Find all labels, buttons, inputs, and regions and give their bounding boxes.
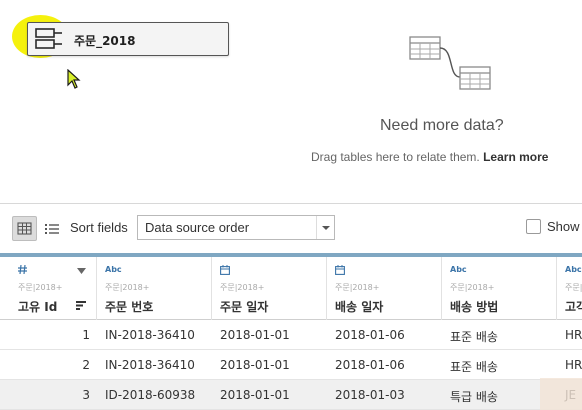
column-source: 주문|2018+ (105, 283, 150, 292)
drag-hint-text: Drag tables here to relate them. (311, 150, 484, 164)
column-header-ship-date[interactable]: 주문|2018+ 배송 일자 (327, 257, 442, 320)
sort-fields-value: Data source order (145, 220, 250, 235)
column-menu-icon[interactable] (77, 268, 86, 274)
cell-order-date: 2018-01-01 (220, 388, 290, 402)
cell-customer: HR (565, 328, 582, 342)
table-row[interactable]: 2 IN-2018-36410 2018-01-01 2018-01-06 표준… (0, 350, 582, 380)
grid-icon (17, 222, 32, 235)
cell-id: 1 (82, 328, 90, 342)
column-source: 주문|2018+ (335, 283, 380, 292)
column-source: 주문|2018+ (565, 283, 582, 292)
data-grid-toolbar: Sort fields Data source order Show (0, 204, 582, 250)
drag-hint: Drag tables here to relate them. Learn m… (311, 150, 548, 164)
list-icon (45, 224, 59, 234)
column-source: 주문|2018+ (220, 283, 265, 292)
cell-ship-mode: 표준 배송 (450, 360, 498, 374)
cell-id: 3 (82, 388, 90, 402)
column-header-order-no[interactable]: Abc 주문|2018+ 주문 번호 (97, 257, 212, 320)
column-source: 주문|2018+ (450, 283, 495, 292)
cell-id: 2 (82, 358, 90, 372)
grid-rows: 1 IN-2018-36410 2018-01-01 2018-01-06 표준… (0, 320, 582, 410)
cell-customer: HR (565, 358, 582, 372)
cell-ship-mode: 특급 배송 (450, 390, 498, 404)
column-name: 주문 번호 (105, 300, 154, 314)
table-card-label: 주문_2018 (74, 34, 136, 48)
calendar-icon (335, 265, 345, 275)
table-row[interactable]: 3 ID-2018-60938 2018-01-01 2018-01-03 특급… (0, 380, 582, 410)
cell-order-date: 2018-01-01 (220, 358, 290, 372)
column-header-id[interactable]: 주문|2018+ 고유 Id (10, 257, 97, 320)
need-more-data-title: Need more data? (380, 117, 504, 134)
show-checkbox[interactable] (526, 219, 541, 234)
number-type-icon (18, 265, 27, 274)
table-icon (35, 28, 62, 49)
sort-fields-dropdown[interactable]: Data source order (137, 215, 335, 240)
relate-tables-icon (409, 36, 491, 90)
cell-ship-date: 2018-01-06 (335, 358, 405, 372)
string-type-icon: Abc (450, 265, 467, 274)
string-type-icon: Abc (105, 265, 122, 274)
column-header-customer[interactable]: Abc 주문|2018+ 고객 (557, 257, 582, 320)
watermark-logo (540, 378, 582, 410)
sort-fields-label: Sort fields (70, 220, 128, 235)
mouse-pointer-icon (67, 69, 81, 89)
column-header-ship-mode[interactable]: Abc 주문|2018+ 배송 방법 (442, 257, 557, 320)
cell-order-no: ID-2018-60938 (105, 388, 196, 402)
sort-icon[interactable] (76, 301, 86, 310)
column-name: 고객 (565, 300, 582, 314)
column-header-order-date[interactable]: 주문|2018+ 주문 일자 (212, 257, 327, 320)
string-type-icon: Abc (565, 265, 582, 274)
dropdown-divider (316, 216, 317, 239)
calendar-icon (220, 265, 230, 275)
learn-more-link[interactable]: Learn more (483, 150, 548, 164)
cell-order-date: 2018-01-01 (220, 328, 290, 342)
column-name: 배송 일자 (335, 300, 384, 314)
grid-header-row: 주문|2018+ 고유 Id Abc 주문|2018+ 주문 번호 주문|201… (0, 257, 582, 320)
list-view-button[interactable] (42, 216, 64, 241)
chevron-down-icon (322, 226, 330, 230)
column-source: 주문|2018+ (18, 283, 63, 292)
relationship-canvas[interactable]: 주문_2018 Need more data? Drag tables here… (0, 0, 582, 203)
column-name: 배송 방법 (450, 300, 499, 314)
cell-order-no: IN-2018-36410 (105, 358, 195, 372)
cell-ship-date: 2018-01-03 (335, 388, 405, 402)
column-name: 주문 일자 (220, 300, 269, 314)
data-grid: 주문|2018+ 고유 Id Abc 주문|2018+ 주문 번호 주문|201… (0, 253, 582, 410)
cell-ship-mode: 표준 배송 (450, 330, 498, 344)
cell-order-no: IN-2018-36410 (105, 328, 195, 342)
table-row[interactable]: 1 IN-2018-36410 2018-01-01 2018-01-06 표준… (0, 320, 582, 350)
grid-view-button[interactable] (12, 216, 37, 241)
show-label: Show (547, 219, 580, 234)
cell-ship-date: 2018-01-06 (335, 328, 405, 342)
column-name: 고유 Id (18, 300, 58, 314)
